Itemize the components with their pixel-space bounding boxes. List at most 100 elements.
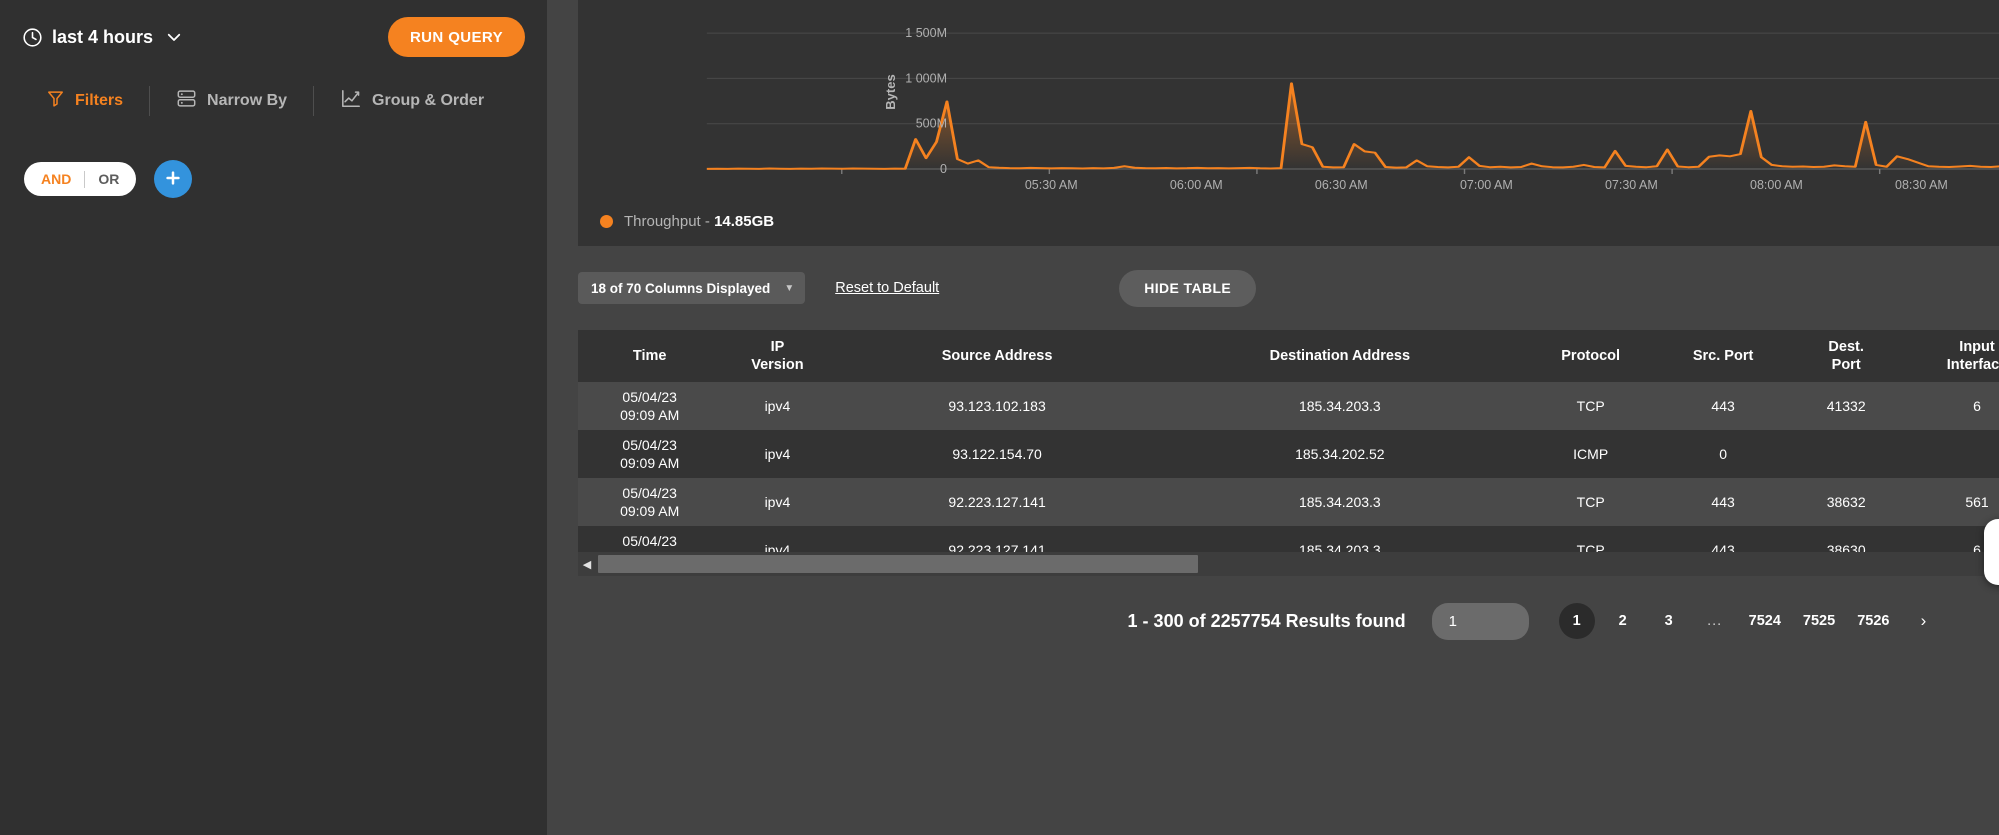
app-root: last 4 hours RUN QUERY Filters xyxy=(0,0,1999,835)
pagination: 1 - 300 of 2257754 Results found 123...7… xyxy=(578,576,1999,666)
time-range-selector[interactable]: last 4 hours xyxy=(22,27,183,48)
tab-filters-label: Filters xyxy=(75,92,123,110)
cell-source-address: 93.123.102.183 xyxy=(834,382,1161,430)
cell-protocol: TCP xyxy=(1519,526,1662,552)
tab-filters[interactable]: Filters xyxy=(46,89,123,113)
cell-ip-version: ipv4 xyxy=(721,478,833,526)
throughput-chart-labels: 0500M1 000M1 500MBytes05:30 AM06:00 AM06… xyxy=(578,0,1999,199)
line-chart-icon xyxy=(340,89,362,114)
svg-text:07:30 AM: 07:30 AM xyxy=(1605,178,1658,192)
tab-group-order[interactable]: Group & Order xyxy=(340,89,484,114)
svg-text:07:00 AM: 07:00 AM xyxy=(1460,178,1513,192)
legend-sep: - xyxy=(701,213,714,230)
svg-text:08:00 AM: 08:00 AM xyxy=(1750,178,1803,192)
cell-input-interface: 6 xyxy=(1908,382,1999,430)
cell-time: 05/04/23 09:09 AM xyxy=(578,526,721,552)
results-main: 0500M1 000M1 500MBytes05:30 AM06:00 AM06… xyxy=(547,0,1999,835)
page-button-3[interactable]: 3 xyxy=(1651,603,1687,639)
table-horizontal-scrollbar[interactable]: ◀ ▶ xyxy=(578,552,1999,576)
cell-dest-port xyxy=(1784,430,1909,478)
col-src-port[interactable]: Src. Port xyxy=(1662,330,1784,382)
svg-text:500M: 500M xyxy=(916,117,947,131)
cell-time: 05/04/23 09:09 AM xyxy=(578,382,721,430)
table-row[interactable]: 05/04/23 09:09 AMipv492.223.127.141185.3… xyxy=(578,478,1999,526)
sidebar-tool-tabs: Filters Narrow By xyxy=(0,84,547,118)
legend-series-name: Throughput xyxy=(624,213,701,230)
add-filter-button[interactable] xyxy=(154,160,192,198)
page-number-input[interactable] xyxy=(1432,603,1529,640)
col-time[interactable]: Time xyxy=(578,330,721,382)
page-button-7526[interactable]: 7526 xyxy=(1851,603,1895,639)
cell-protocol: ICMP xyxy=(1519,430,1662,478)
tool-divider xyxy=(313,86,314,116)
svg-text:05:30 AM: 05:30 AM xyxy=(1025,178,1078,192)
col-dest-port[interactable]: Dest. Port xyxy=(1784,330,1909,382)
scroll-left-arrow[interactable]: ◀ xyxy=(578,558,596,571)
col-protocol[interactable]: Protocol xyxy=(1519,330,1662,382)
svg-text:0: 0 xyxy=(940,162,947,176)
page-button-7524[interactable]: 7524 xyxy=(1743,603,1787,639)
cell-input-interface: 561 xyxy=(1908,478,1999,526)
tool-divider xyxy=(149,86,150,116)
horizontal-scroll-thumb[interactable] xyxy=(598,555,1198,573)
and-option[interactable]: AND xyxy=(28,171,84,187)
svg-text:06:30 AM: 06:30 AM xyxy=(1315,178,1368,192)
throughput-chart-panel: 0500M1 000M1 500MBytes05:30 AM06:00 AM06… xyxy=(578,0,1999,246)
cell-source-address: 92.223.127.141 xyxy=(834,526,1161,552)
chart-legend: Throughput - 14.85GB xyxy=(578,199,1999,243)
cell-ip-version: ipv4 xyxy=(721,382,833,430)
cell-src-port: 443 xyxy=(1662,478,1784,526)
col-destination-address[interactable]: Destination Address xyxy=(1161,330,1519,382)
legend-entry: Throughput - 14.85GB xyxy=(624,213,774,230)
svg-text:08:30 AM: 08:30 AM xyxy=(1895,178,1948,192)
cell-protocol: TCP xyxy=(1519,478,1662,526)
cell-source-address: 92.223.127.141 xyxy=(834,478,1161,526)
chevron-down-icon xyxy=(162,28,183,46)
svg-text:06:00 AM: 06:00 AM xyxy=(1170,178,1223,192)
horizontal-scroll-track[interactable] xyxy=(596,555,1999,573)
table-row[interactable]: 05/04/23 09:09 AMipv493.122.154.70185.34… xyxy=(578,430,1999,478)
table-row[interactable]: 05/04/23 09:09 AMipv493.123.102.183185.3… xyxy=(578,382,1999,430)
cell-protocol: TCP xyxy=(1519,382,1662,430)
cell-dest-port: 41332 xyxy=(1784,382,1909,430)
cell-destination-address: 185.34.202.52 xyxy=(1161,430,1519,478)
col-input-interface[interactable]: Input Interface xyxy=(1908,330,1999,382)
page-ellipsis: ... xyxy=(1697,603,1733,639)
cell-time: 05/04/23 09:09 AM xyxy=(578,478,721,526)
table-header-row: Time IP Version Source Address Destinati… xyxy=(578,330,1999,382)
columns-displayed-select[interactable]: 18 of 70 Columns Displayed ▼ xyxy=(578,272,805,304)
results-table-head: Time IP Version Source Address Destinati… xyxy=(578,330,1999,382)
query-sidebar: last 4 hours RUN QUERY Filters xyxy=(0,0,547,835)
cell-src-port: 0 xyxy=(1662,430,1784,478)
cell-ip-version: ipv4 xyxy=(721,430,833,478)
plus-icon xyxy=(163,168,183,191)
next-page-button[interactable]: › xyxy=(1905,603,1941,639)
tab-narrow-by[interactable]: Narrow By xyxy=(176,89,287,113)
cell-src-port: 443 xyxy=(1662,382,1784,430)
cell-dest-port: 38630 xyxy=(1784,526,1909,552)
cell-destination-address: 185.34.203.3 xyxy=(1161,478,1519,526)
legend-color-swatch xyxy=(600,215,613,228)
page-list: 123... 7524 7525 7526 › xyxy=(1554,603,1947,639)
col-ip-version[interactable]: IP Version xyxy=(721,330,833,382)
caret-down-icon: ▼ xyxy=(784,283,794,294)
page-button-2[interactable]: 2 xyxy=(1605,603,1641,639)
hide-table-button[interactable]: HIDE TABLE xyxy=(1119,270,1256,307)
or-option[interactable]: OR xyxy=(85,171,132,187)
results-table-scroll: Time IP Version Source Address Destinati… xyxy=(578,330,1999,552)
cell-time: 05/04/23 09:09 AM xyxy=(578,430,721,478)
page-button-7525[interactable]: 7525 xyxy=(1797,603,1841,639)
cell-source-address: 93.122.154.70 xyxy=(834,430,1161,478)
reset-to-default-link[interactable]: Reset to Default xyxy=(835,280,939,296)
run-query-button[interactable]: RUN QUERY xyxy=(388,17,525,57)
col-source-address[interactable]: Source Address xyxy=(834,330,1161,382)
and-or-toggle[interactable]: AND OR xyxy=(24,162,136,196)
results-table: Time IP Version Source Address Destinati… xyxy=(578,330,1999,552)
server-stack-icon xyxy=(176,89,197,113)
clock-icon xyxy=(22,27,43,48)
results-table-wrap: Time IP Version Source Address Destinati… xyxy=(578,330,1999,576)
table-row[interactable]: 05/04/23 09:09 AMipv492.223.127.141185.3… xyxy=(578,526,1999,552)
table-controls: 18 of 70 Columns Displayed ▼ Reset to De… xyxy=(578,246,1999,330)
filter-icon xyxy=(46,89,65,113)
page-button-1[interactable]: 1 xyxy=(1559,603,1595,639)
